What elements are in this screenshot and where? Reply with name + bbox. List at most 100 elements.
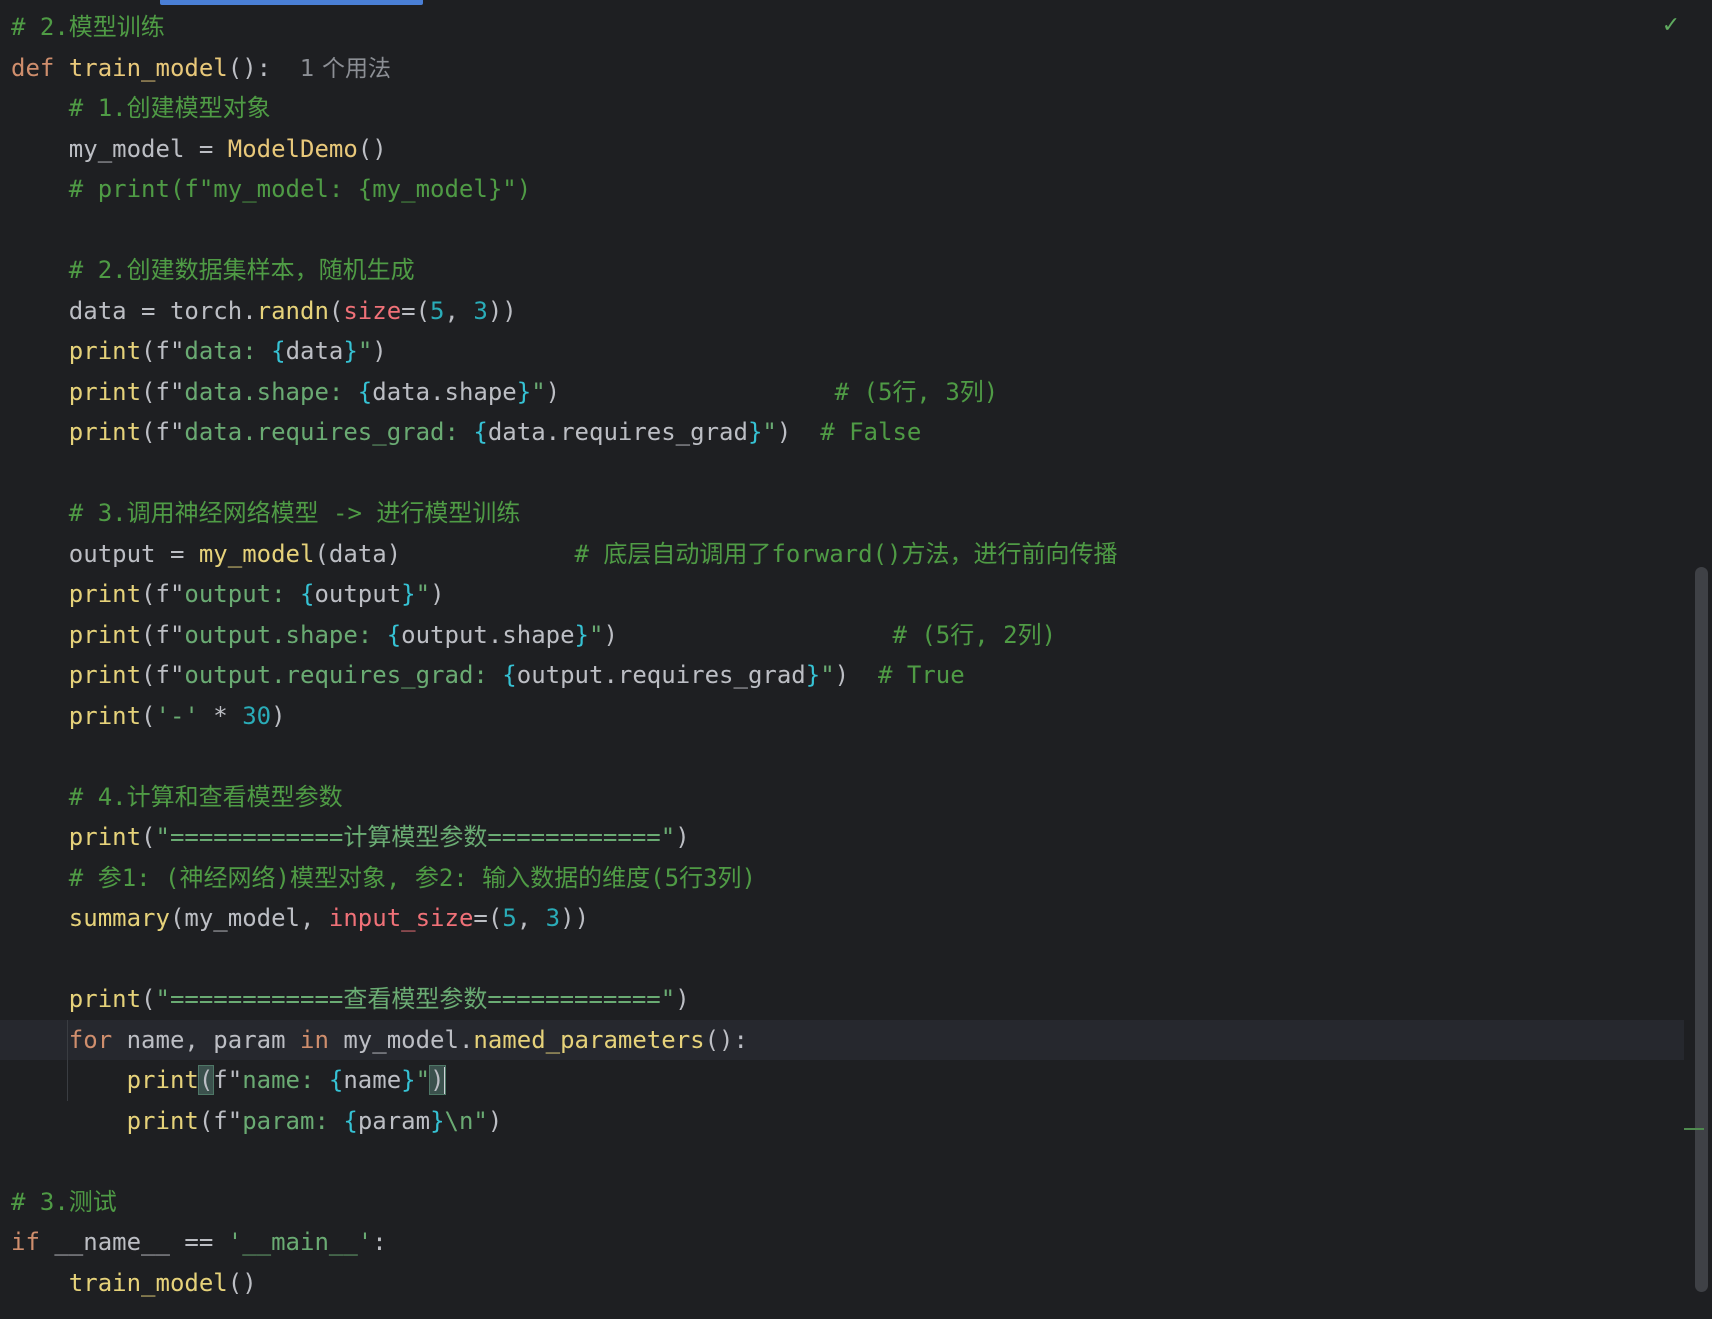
code-token: } <box>401 1066 416 1094</box>
code-token: print <box>68 620 142 649</box>
code-line[interactable]: def train_model(): 1 个用法 <box>0 48 1684 89</box>
code-line[interactable]: print(f"param: {param}\n") <box>0 1101 1684 1142</box>
code-line[interactable]: print("============计算模型参数============") <box>0 817 1684 858</box>
code-token: ) <box>675 823 690 851</box>
code-line[interactable]: output = my_model(data) # 底层自动调用了forward… <box>0 534 1684 575</box>
code-token: } <box>805 661 821 689</box>
code-line[interactable]: print(f"data.shape: {data.shape}") # (5行… <box>0 372 1684 413</box>
vertical-scrollbar[interactable] <box>1690 0 1712 1319</box>
code-token: print <box>68 418 142 446</box>
code-line[interactable] <box>0 736 1684 777</box>
code-token: print <box>68 580 142 608</box>
code-area[interactable]: # 2.模型训练 def train_model(): 1 个用法 # 1.创建模… <box>0 7 1684 1303</box>
code-token: " <box>589 620 604 649</box>
code-token: () <box>357 134 387 163</box>
code-line[interactable] <box>0 210 1684 251</box>
code-token: # 3.测试 <box>11 1187 117 1216</box>
code-line[interactable]: for name, param in my_model.named_parame… <box>0 1019 1684 1060</box>
code-token: } <box>747 418 763 446</box>
code-token: ) <box>271 701 286 730</box>
code-line[interactable] <box>0 939 1684 980</box>
usage-hint[interactable]: 1 个用法 <box>300 56 391 82</box>
code-token: " <box>415 1066 431 1094</box>
code-token: } <box>401 580 416 608</box>
code-token: my_model = <box>11 134 228 163</box>
code-line[interactable]: # 4.计算和查看模型参数 <box>0 777 1684 818</box>
code-token: (f" <box>141 418 185 446</box>
code-token: train_model <box>68 53 228 82</box>
code-token: train_model <box>68 1268 228 1297</box>
code-token: (data) <box>314 539 575 568</box>
code-token: (): <box>227 53 300 82</box>
indent-guide <box>67 1020 68 1101</box>
code-line[interactable]: train_model() <box>0 1263 1684 1304</box>
code-line[interactable]: # 参1: (神经网络)模型对象, 参2: 输入数据的维度(5行3列) <box>0 858 1684 899</box>
code-token: name, param <box>112 1025 300 1054</box>
code-token: # (5行, 3列) <box>834 377 999 406</box>
code-token: )) <box>560 904 590 932</box>
code-token: data <box>285 337 344 365</box>
code-line[interactable]: my_model = ModelDemo() <box>0 129 1684 170</box>
code-token: def <box>11 53 69 82</box>
code-token: } <box>574 620 589 649</box>
code-token: data.shape: <box>184 377 358 406</box>
code-token: ) <box>776 418 821 446</box>
code-token: } <box>343 337 358 365</box>
code-token: if <box>11 1228 40 1256</box>
code-token: output: <box>184 580 300 608</box>
code-token: # (5行, 2列) <box>892 620 1057 649</box>
code-line[interactable]: # 2.创建数据集样本，随机生成 <box>0 250 1684 291</box>
code-token: ) <box>372 337 387 365</box>
code-editor[interactable]: ✓ # 2.模型训练 def train_model(): 1 个用法 # 1.创… <box>0 0 1712 1319</box>
code-token: f" <box>213 1066 243 1094</box>
code-token: \n" <box>444 1106 488 1135</box>
code-token: () <box>227 1268 257 1297</box>
code-token: { <box>386 620 402 649</box>
code-token: ModelDemo <box>227 134 358 163</box>
code-line[interactable]: print(f"output.requires_grad: {output.re… <box>0 655 1684 696</box>
code-token: output.requires_grad <box>516 661 806 689</box>
code-token: * <box>198 701 243 730</box>
code-line[interactable]: # 3.调用神经网络模型 -> 进行模型训练 <box>0 493 1684 534</box>
code-line[interactable]: print(f"data.requires_grad: {data.requir… <box>0 412 1684 453</box>
code-line[interactable]: # print(f"my_model: {my_model}") <box>0 169 1684 210</box>
code-line[interactable]: # 3.测试 <box>0 1182 1684 1223</box>
code-line[interactable]: # 1.创建模型对象 <box>0 88 1684 129</box>
code-line[interactable]: print(f"name: {name}") <box>0 1060 1684 1101</box>
code-token: =( <box>473 904 503 932</box>
code-line[interactable]: print(f"output: {output}") <box>0 574 1684 615</box>
code-line[interactable]: print(f"output.shape: {output.shape}") #… <box>0 615 1684 656</box>
code-token: in <box>300 1025 329 1054</box>
code-line[interactable]: if __name__ == '__main__': <box>0 1222 1684 1263</box>
code-token: ( <box>197 1065 215 1095</box>
code-token: " <box>357 337 373 365</box>
code-line[interactable]: print(f"data: {data}") <box>0 331 1684 372</box>
code-line[interactable]: data = torch.randn(size=(5, 3)) <box>0 291 1684 332</box>
code-token: (f" <box>198 1106 243 1135</box>
code-token: input_size <box>328 904 474 932</box>
code-line[interactable]: summary(my_model, input_size=(5, 3)) <box>0 898 1684 939</box>
code-token: # 1.创建模型对象 <box>68 94 271 122</box>
code-line[interactable] <box>0 1141 1684 1182</box>
code-token: output <box>314 580 402 608</box>
code-line[interactable]: # 2.模型训练 <box>0 7 1684 48</box>
scrollbar-thumb[interactable] <box>1695 567 1708 1292</box>
code-line[interactable]: print("============查看模型参数============") <box>0 979 1684 1020</box>
code-line[interactable]: print('-' * 30) <box>0 696 1684 737</box>
code-token: )) <box>487 296 517 325</box>
code-token: output.shape: <box>184 620 387 649</box>
code-token: param: <box>242 1106 344 1135</box>
code-token: size <box>343 296 402 325</box>
code-line[interactable] <box>0 453 1684 494</box>
code-token: (f" <box>141 337 185 365</box>
code-token: data.shape <box>372 377 517 406</box>
